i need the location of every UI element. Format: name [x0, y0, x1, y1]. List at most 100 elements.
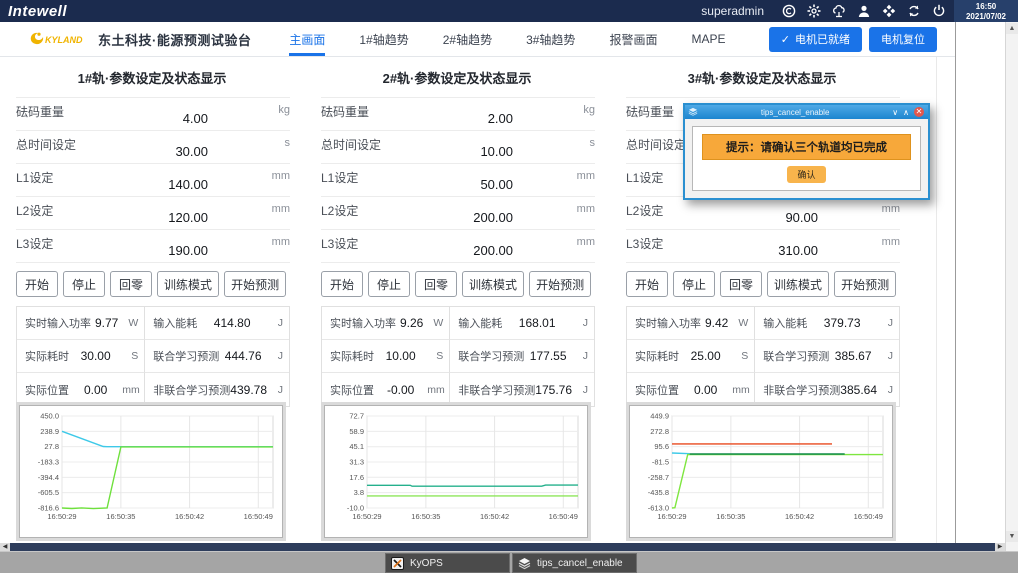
field-l1-label: L1设定 [626, 169, 663, 186]
tab-2[interactable]: 2#轴趋势 [443, 22, 492, 56]
zero-button[interactable]: 回零 [110, 271, 152, 297]
field-l2-value[interactable]: 90.00 [663, 210, 870, 225]
kyops-icon[interactable] [391, 557, 404, 570]
tab-0[interactable]: 主画面 [289, 22, 325, 56]
svg-text:31.3: 31.3 [349, 458, 364, 467]
field-row-l1: L1设定 140.00 mm [16, 164, 290, 197]
svg-text:16:50:29: 16:50:29 [657, 512, 686, 521]
field-l2-value[interactable]: 120.00 [53, 210, 260, 225]
cloud-icon[interactable] [832, 4, 846, 18]
svg-text:-394.4: -394.4 [38, 473, 59, 482]
field-total-time-value[interactable]: 30.00 [76, 144, 260, 159]
train-mode-button[interactable]: 训练模式 [462, 271, 524, 297]
svg-text:16:50:49: 16:50:49 [244, 512, 273, 521]
status-non-federated-pred-value: 175.76 [535, 383, 572, 397]
vertical-scrollbar[interactable]: ▲ ▼ [1005, 22, 1018, 551]
start-button[interactable]: 开始 [16, 271, 58, 297]
motor-reset-button[interactable]: 电机复位 [869, 27, 937, 52]
stop-button[interactable]: 停止 [63, 271, 105, 297]
field-l2-unit: mm [260, 203, 290, 215]
tips-dialog-body: 提示：请确认三个轨道均已完成 确认 [692, 126, 921, 191]
layers-icon[interactable] [518, 557, 531, 570]
tips-dialog-title: tips_cancel_enable [698, 108, 892, 117]
svg-text:58.9: 58.9 [349, 427, 364, 436]
field-l3-unit: mm [260, 236, 290, 248]
status-non-federated-pred-value: 439.78 [230, 383, 267, 397]
train-mode-button[interactable]: 训练模式 [157, 271, 219, 297]
tips-dialog-titlebar[interactable]: tips_cancel_enable ∨ ∧ ✕ [685, 105, 928, 119]
start-button[interactable]: 开始 [626, 271, 668, 297]
status-elapsed: 实际耗时 10.00 S [322, 340, 450, 373]
dialog-minimize-icon[interactable]: ∨ [892, 108, 898, 117]
zero-button[interactable]: 回零 [720, 271, 762, 297]
sync-icon[interactable] [907, 4, 921, 18]
field-weight-label: 砝码重量 [321, 103, 369, 120]
tab-4[interactable]: 报警画面 [609, 22, 657, 56]
field-l1-value[interactable]: 50.00 [358, 177, 565, 192]
field-total-time-value[interactable]: 10.00 [381, 144, 565, 159]
field-row-l3: L3设定 190.00 mm [16, 230, 290, 263]
svg-text:95.6: 95.6 [654, 442, 669, 451]
field-row-l3: L3设定 200.00 mm [321, 230, 595, 263]
field-l3-value[interactable]: 190.00 [53, 243, 260, 258]
status-federated-pred-value: 177.55 [524, 349, 572, 363]
field-l1-unit: mm [260, 170, 290, 182]
field-l2-unit: mm [870, 203, 900, 215]
field-l2-label: L2设定 [321, 202, 358, 219]
taskbar-item-1[interactable]: tips_cancel_enable [512, 553, 637, 573]
status-federated-pred-value: 385.67 [829, 349, 877, 363]
user-icon[interactable] [857, 4, 871, 18]
start-predict-button[interactable]: 开始预测 [224, 271, 286, 297]
power-icon[interactable] [932, 4, 946, 18]
apps-icon[interactable] [882, 4, 896, 18]
tips-message: 提示：请确认三个轨道均已完成 [702, 134, 911, 160]
status-input-power: 实时输入功率 9.42 W [627, 307, 755, 340]
stop-button[interactable]: 停止 [368, 271, 410, 297]
dialog-close-icon[interactable]: ✕ [914, 107, 924, 117]
svg-text:-258.7: -258.7 [648, 473, 669, 482]
train-mode-button[interactable]: 训练模式 [767, 271, 829, 297]
check-icon: ✓ [781, 33, 790, 46]
start-button[interactable]: 开始 [321, 271, 363, 297]
svg-text:16:50:42: 16:50:42 [175, 512, 204, 521]
status-elapsed: 实际耗时 30.00 S [17, 340, 145, 373]
field-l2-value[interactable]: 200.00 [358, 210, 565, 225]
horizontal-scroll-thumb[interactable] [10, 543, 995, 551]
field-row-l1: L1设定 50.00 mm [321, 164, 595, 197]
field-row-weight: 砝码重量 2.00 kg [321, 98, 595, 131]
scroll-up-icon[interactable]: ▲ [1006, 23, 1018, 34]
stop-button[interactable]: 停止 [673, 271, 715, 297]
scroll-left-icon[interactable]: ◀ [0, 543, 10, 551]
tab-5[interactable]: MAPE [691, 22, 725, 56]
status-input-power-value: 9.26 [396, 316, 427, 330]
start-predict-button[interactable]: 开始预测 [834, 271, 896, 297]
field-weight-value[interactable]: 2.00 [369, 111, 565, 126]
scroll-down-icon[interactable]: ▼ [1006, 531, 1018, 542]
confirm-button[interactable]: 确认 [787, 166, 825, 183]
start-predict-button[interactable]: 开始预测 [529, 271, 591, 297]
trend-chart-1: 450.0238.927.8-183.3-394.4-605.5-816.616… [16, 402, 286, 541]
field-l3-value[interactable]: 310.00 [663, 243, 870, 258]
os-top-bar: Intewell superadmin 16:50 2021/07/02 [0, 0, 1018, 22]
taskbar-item-0[interactable]: KyOPS [385, 553, 510, 573]
field-l2-label: L2设定 [16, 202, 53, 219]
gear-icon[interactable] [807, 4, 821, 18]
scroll-right-icon[interactable]: ▶ [995, 543, 1005, 551]
horizontal-scrollbar[interactable]: ◀ ▶ [0, 543, 1005, 551]
motor-ready-button[interactable]: ✓电机已就绪 [769, 27, 862, 52]
status-position-value: -0.00 [374, 383, 427, 397]
clock-date: 2021/07/02 [954, 12, 1018, 22]
nav-action-buttons: ✓电机已就绪电机复位 [769, 27, 937, 52]
tab-3[interactable]: 3#轴趋势 [526, 22, 575, 56]
clock-time: 16:50 [954, 2, 1018, 12]
kyland-wordmark: KYLAND [45, 35, 83, 45]
field-l1-value[interactable]: 140.00 [53, 177, 260, 192]
zero-button[interactable]: 回零 [415, 271, 457, 297]
dialog-maximize-icon[interactable]: ∧ [903, 108, 909, 117]
svg-text:272.8: 272.8 [650, 427, 669, 436]
status-input-energy-value: 168.01 [502, 316, 572, 330]
field-l3-value[interactable]: 200.00 [358, 243, 565, 258]
field-weight-value[interactable]: 4.00 [64, 111, 260, 126]
copyright-icon[interactable] [782, 4, 796, 18]
tab-1[interactable]: 1#轴趋势 [359, 22, 408, 56]
